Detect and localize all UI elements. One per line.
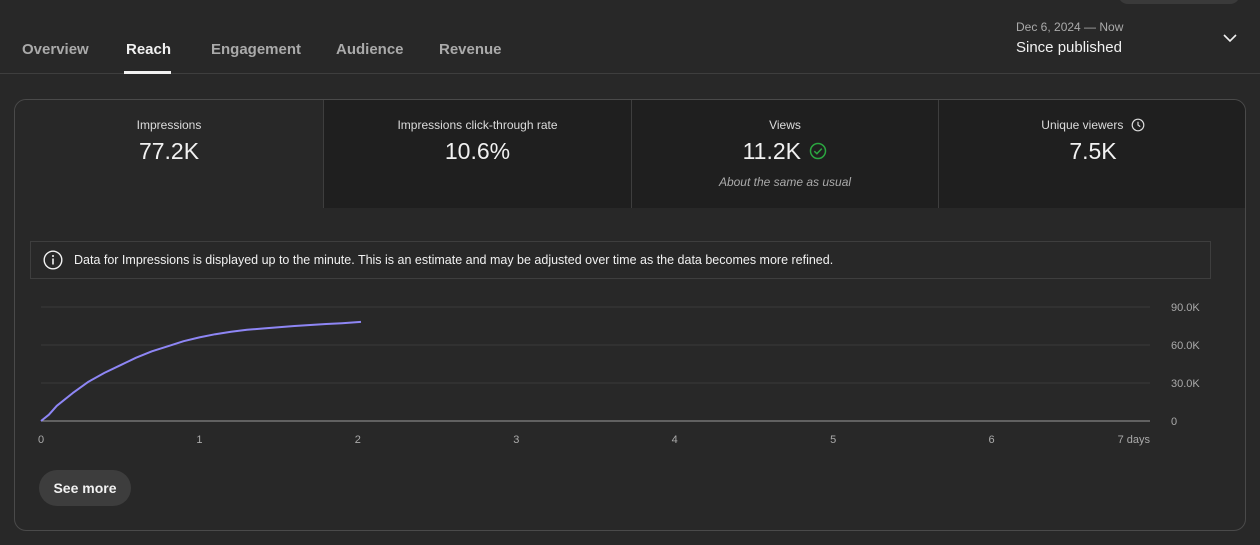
x-tick-label: 0 — [38, 434, 44, 446]
tab-bar: Overview Reach Engagement Audience Reven… — [0, 0, 1260, 74]
date-range-selector[interactable]: Dec 6, 2024 — Now Since published — [1016, 20, 1123, 56]
x-tick-label: 2 — [355, 434, 361, 446]
x-tick-label: 7 days — [1118, 434, 1151, 446]
date-range-label: Since published — [1016, 39, 1122, 56]
tab-revenue[interactable]: Revenue — [439, 41, 502, 58]
tab-overview[interactable]: Overview — [22, 41, 89, 58]
x-tick-label: 4 — [672, 434, 678, 446]
active-tab-indicator — [124, 71, 171, 74]
impressions-chart: 90.0K 60.0K 30.0K 0 0 1 2 3 4 5 6 7 days — [38, 302, 1200, 446]
chevron-down-icon[interactable] — [1222, 30, 1238, 46]
date-range-dates: Dec 6, 2024 — Now — [1016, 20, 1124, 34]
x-tick-label: 6 — [989, 434, 995, 446]
y-tick-label: 30.0K — [1171, 378, 1200, 390]
see-more-button[interactable]: See more — [39, 470, 131, 506]
tab-engagement[interactable]: Engagement — [211, 41, 301, 58]
x-tick-label: 5 — [830, 434, 836, 446]
y-tick-label: 90.0K — [1171, 302, 1200, 314]
reach-card: Impressions 77.2K Impressions click-thro… — [14, 99, 1246, 531]
y-tick-label: 60.0K — [1171, 340, 1200, 352]
x-tick-label: 3 — [513, 434, 519, 446]
impressions-series-line — [40, 320, 362, 422]
x-tick-label: 1 — [196, 434, 202, 446]
tab-reach[interactable]: Reach — [126, 41, 171, 58]
y-tick-label: 0 — [1171, 416, 1177, 428]
tab-audience[interactable]: Audience — [336, 41, 404, 58]
